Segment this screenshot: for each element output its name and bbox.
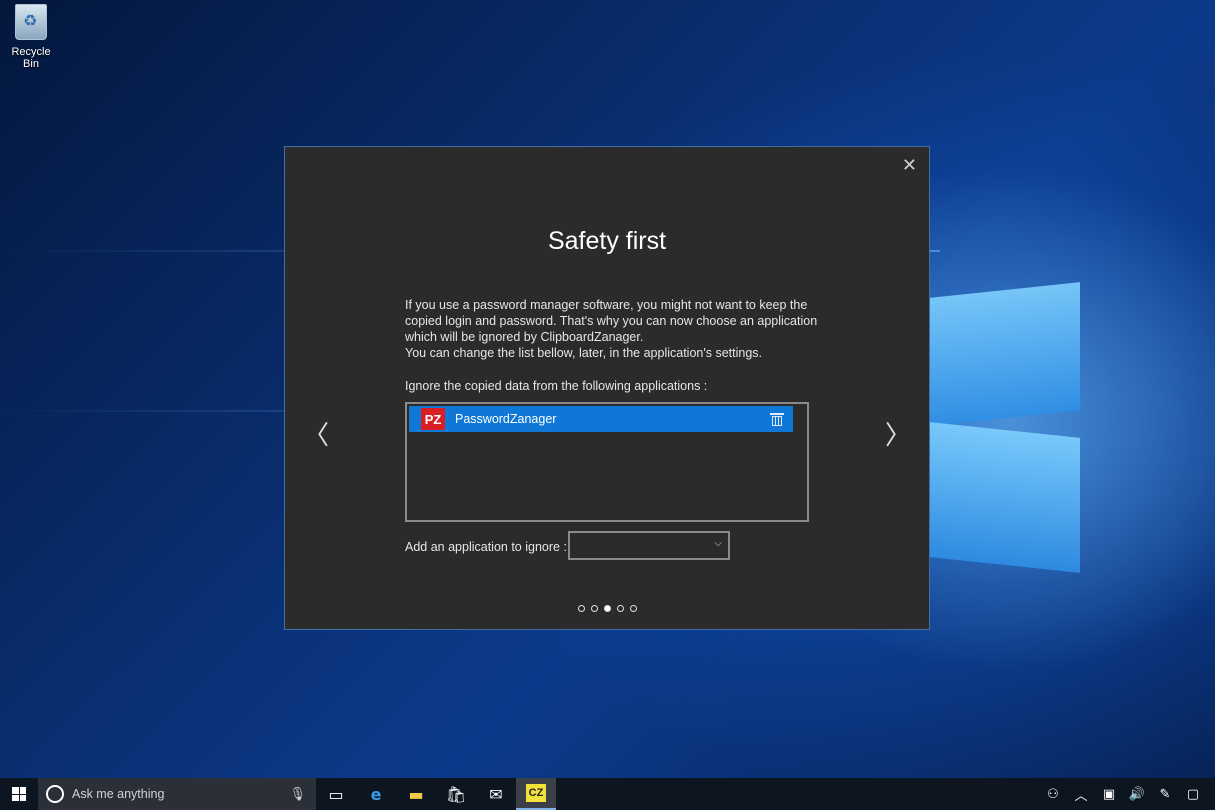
microphone-icon[interactable]: 🎙 [289, 787, 306, 802]
page-indicator [285, 605, 929, 612]
windows-logo-pane [930, 282, 1080, 426]
next-page-button[interactable]: 〉 [885, 415, 911, 452]
store-icon[interactable]: 🛍 [436, 778, 476, 810]
close-icon[interactable]: ✕ [902, 155, 917, 176]
page-dot-5[interactable] [629, 605, 637, 612]
dialog-title: Safety first [547, 227, 667, 255]
description-note: You can change the list bellow, later, i… [405, 346, 763, 360]
page-dot-4[interactable] [616, 605, 624, 612]
page-dot-3[interactable] [603, 605, 611, 612]
volume-icon[interactable]: 🔊 [1123, 787, 1151, 802]
network-icon[interactable]: ▣ [1095, 787, 1123, 802]
system-tray: ⚇ ︿ ▣ 🔊 ✎ ▢ [1039, 778, 1215, 810]
recycle-bin-label: Recycle Bin [11, 46, 51, 70]
search-box[interactable]: Ask me anything 🎙 [38, 778, 316, 810]
recycle-bin-shortcut[interactable]: Recycle Bin [4, 4, 58, 70]
windows-logo-pane [930, 422, 1080, 573]
ignore-list-label: Ignore the copied data from the followin… [405, 379, 708, 393]
page-dot-1[interactable] [577, 605, 585, 612]
edge-browser-icon[interactable]: e [356, 778, 396, 810]
pen-ink-icon[interactable]: ✎ [1151, 787, 1179, 802]
taskbar: Ask me anything 🎙 ▭ e ▬ 🛍 ✉ CZ ⚇ ︿ ▣ 🔊 ✎… [0, 778, 1215, 810]
add-app-dropdown[interactable]: ⌵ [568, 531, 730, 560]
chevron-down-icon: ⌵ [714, 538, 722, 549]
start-button[interactable] [0, 778, 38, 810]
clipboardzanager-app-icon: CZ [526, 784, 546, 802]
description-paragraph: If you use a password manager software, … [405, 298, 818, 344]
search-placeholder: Ask me anything [72, 787, 165, 801]
dialog-description: If you use a password manager software, … [405, 297, 825, 361]
onboarding-dialog: ✕ Safety first If you use a password man… [284, 146, 930, 630]
recycle-bin-icon [15, 4, 47, 40]
trash-icon[interactable] [770, 412, 784, 426]
action-center-icon[interactable]: ▢ [1179, 787, 1207, 802]
cortana-icon [46, 785, 64, 803]
file-explorer-icon[interactable]: ▬ [396, 778, 436, 810]
mail-icon[interactable]: ✉ [476, 778, 516, 810]
chevron-up-icon[interactable]: ︿ [1067, 785, 1095, 804]
clipboardzanager-taskbar-button[interactable]: CZ [516, 778, 556, 810]
list-item[interactable]: PZ PasswordZanager [409, 406, 793, 432]
add-app-label: Add an application to ignore : [405, 540, 567, 554]
previous-page-button[interactable]: 〈 [303, 415, 329, 452]
page-dot-2[interactable] [590, 605, 598, 612]
app-name: PasswordZanager [455, 412, 557, 426]
windows-start-icon [12, 787, 26, 801]
ignored-apps-list[interactable]: PZ PasswordZanager [405, 402, 809, 522]
task-view-icon[interactable]: ▭ [316, 778, 356, 810]
passwordzanager-app-icon: PZ [421, 408, 445, 430]
people-icon[interactable]: ⚇ [1039, 787, 1067, 802]
